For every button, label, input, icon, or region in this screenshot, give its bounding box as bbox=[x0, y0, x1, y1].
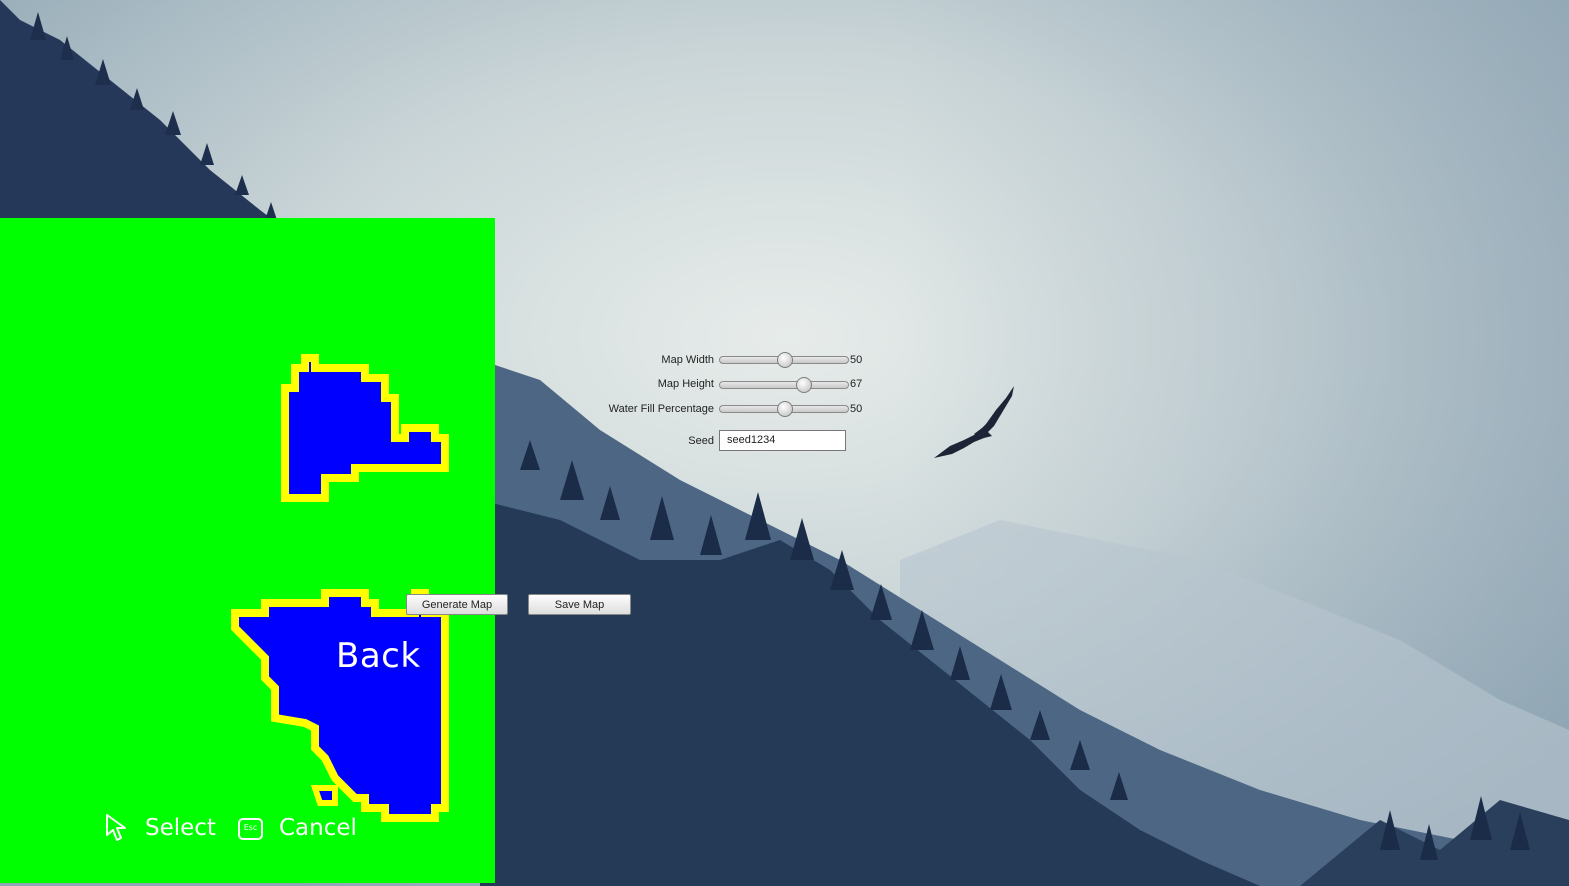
generate-map-button[interactable]: Generate Map bbox=[406, 594, 508, 615]
back-button[interactable]: Back bbox=[336, 636, 421, 676]
map-width-knob[interactable] bbox=[777, 352, 793, 368]
water-fill-value: 50 bbox=[850, 403, 863, 415]
select-hint: Select bbox=[145, 815, 216, 841]
map-height-label: Map Height bbox=[657, 378, 714, 390]
esc-key-label: Esc bbox=[243, 823, 258, 832]
eagle-icon bbox=[934, 386, 1014, 458]
seed-label: Seed bbox=[688, 435, 714, 447]
seed-input[interactable]: seed1234 bbox=[719, 430, 846, 451]
cancel-hint: Cancel bbox=[279, 815, 357, 841]
map-lake-islet bbox=[310, 785, 338, 806]
map-width-value: 50 bbox=[850, 354, 863, 366]
save-map-button[interactable]: Save Map bbox=[528, 594, 631, 615]
cursor-icon bbox=[106, 814, 126, 841]
map-width-label: Map Width bbox=[661, 354, 714, 366]
water-fill-knob[interactable] bbox=[777, 401, 793, 417]
esc-key-icon: Esc bbox=[238, 818, 263, 840]
map-height-value: 67 bbox=[850, 378, 863, 390]
map-width-slider[interactable] bbox=[719, 352, 849, 368]
water-fill-label: Water Fill Percentage bbox=[608, 403, 714, 415]
map-preview bbox=[0, 218, 495, 883]
water-fill-slider[interactable] bbox=[719, 401, 849, 417]
map-height-slider[interactable] bbox=[719, 377, 849, 393]
